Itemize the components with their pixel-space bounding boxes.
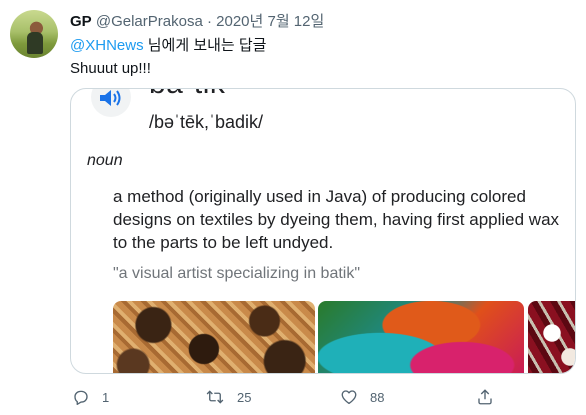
retweet-button[interactable]: 25 (205, 387, 251, 407)
reply-icon (74, 390, 88, 406)
like-button[interactable]: 88 (340, 387, 384, 407)
tweet-header: GP @GelarPrakosa · 2020년 7월 12일 (70, 12, 324, 32)
batik-image-2 (318, 301, 524, 373)
reply-to-handle[interactable]: @XHNews (70, 37, 144, 54)
like-icon (341, 390, 357, 405)
author-name[interactable]: GP (70, 13, 92, 30)
part-of-speech: noun (87, 152, 123, 169)
retweet-icon (206, 390, 224, 404)
speaker-button[interactable] (91, 89, 131, 117)
like-count: 88 (370, 389, 385, 405)
reply-context: @XHNews 님에게 보내는 답글 (70, 36, 266, 56)
batik-image-3 (528, 301, 575, 373)
tweet-actions: 1 25 88 (0, 387, 586, 407)
reply-count: 1 (102, 389, 110, 405)
share-icon (478, 389, 492, 405)
reply-button[interactable]: 1 (72, 387, 109, 407)
dictionary-word: ba·tik (149, 89, 225, 101)
definition-text: a method (originally used in Java) of pr… (113, 187, 560, 252)
tweet-date[interactable]: 2020년 7월 12일 (216, 13, 324, 30)
batik-image-1 (113, 301, 315, 373)
phonetic-spelling: /bəˈtēk,ˈbadik/ (149, 112, 264, 132)
example-sentence: "a visual artist specializing in batik" (113, 265, 361, 282)
author-handle[interactable]: @GelarPrakosa (96, 13, 203, 30)
reply-suffix-text: 님에게 보내는 답글 (143, 37, 267, 54)
speaker-icon (100, 90, 121, 106)
attached-image-card[interactable]: ba·tik /bəˈtēk,ˈbadik/ noun a method (or… (70, 88, 576, 374)
separator-dot: · (206, 13, 212, 30)
retweet-count: 25 (237, 389, 252, 405)
tweet-text: Shuuut up!!! (70, 60, 151, 77)
avatar[interactable] (10, 10, 58, 58)
share-button[interactable] (476, 387, 494, 407)
